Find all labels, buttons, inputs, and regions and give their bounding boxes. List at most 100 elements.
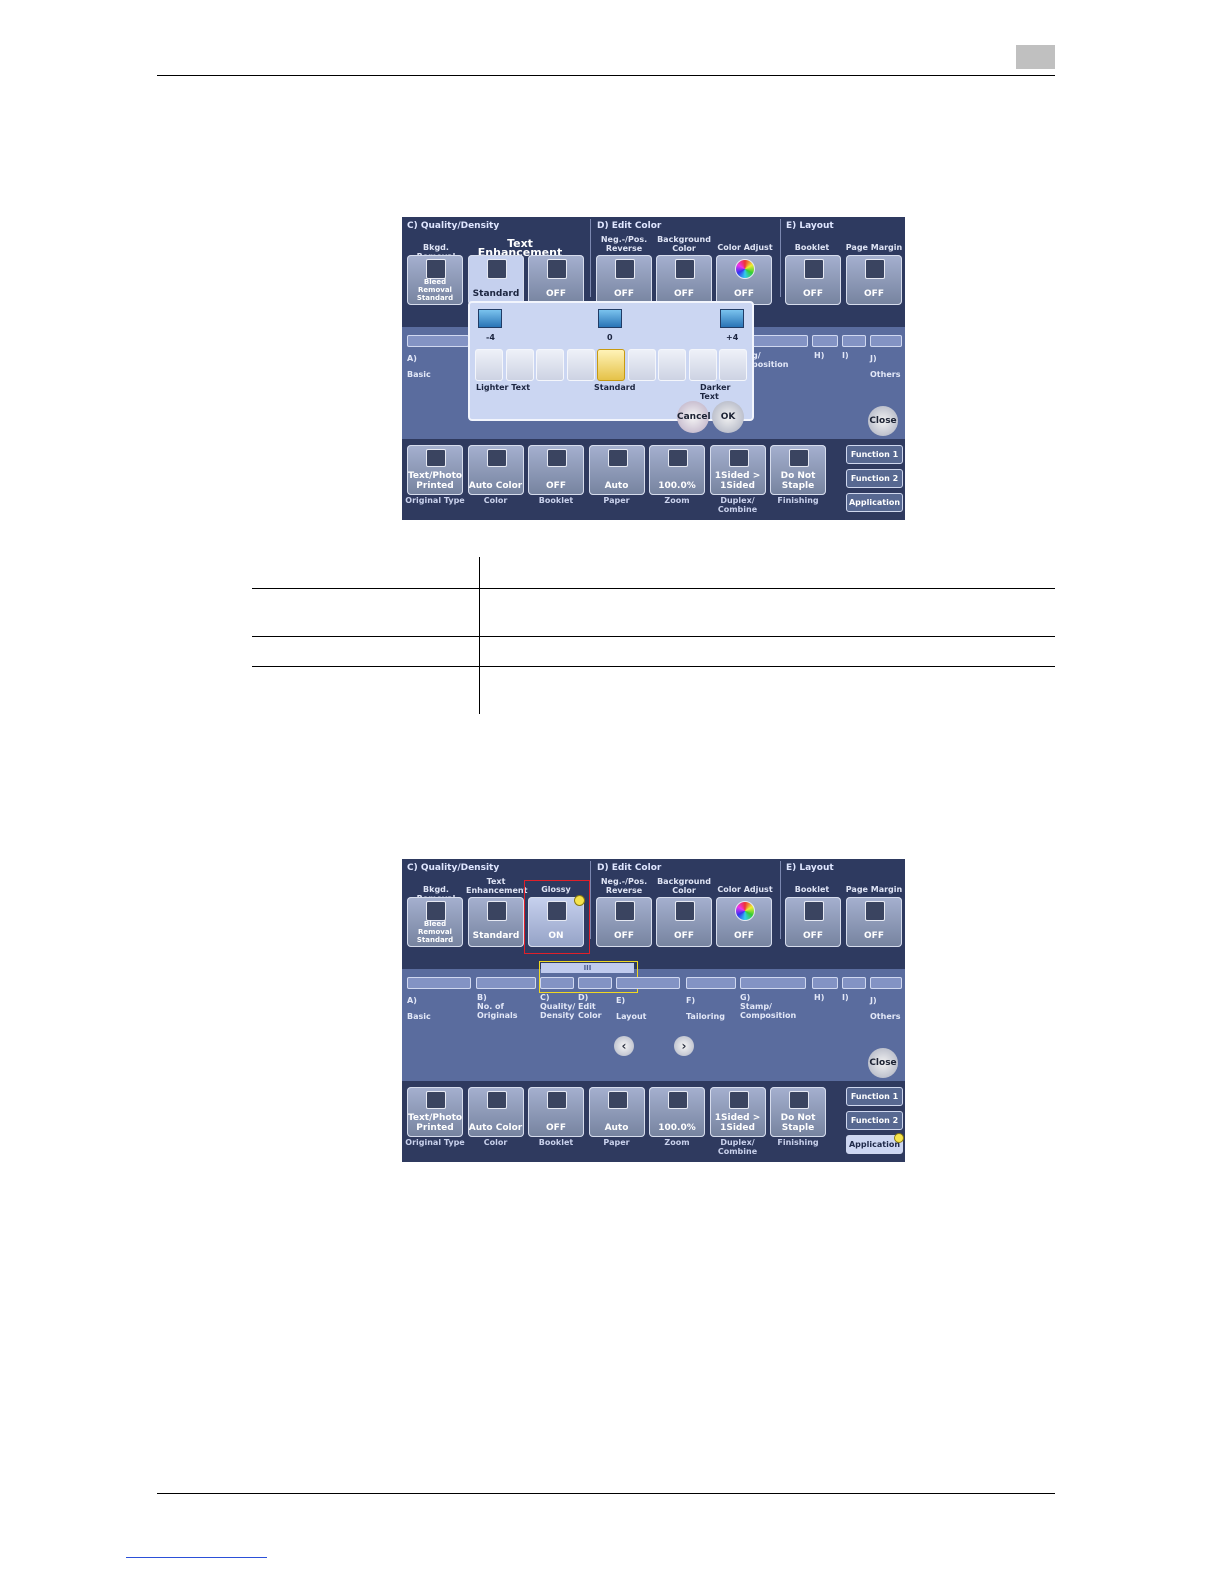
label-color-adjust: Color Adjust <box>717 885 773 894</box>
text-enhancement-icon <box>487 259 507 279</box>
scroll-thumb-grip: III <box>541 963 634 973</box>
bottom-setting-button[interactable]: Auto Color <box>467 445 524 495</box>
bottom-setting-button[interactable]: Auto Color <box>467 1087 524 1137</box>
section-layout: E) Layout <box>786 221 834 231</box>
page-margin-button[interactable]: OFF <box>846 897 902 947</box>
setting-icon <box>607 1091 628 1109</box>
label-background-color: Background Color <box>657 235 711 253</box>
bottom-setting-button[interactable]: Auto <box>588 1087 645 1137</box>
max-level-label: +4 <box>726 333 739 342</box>
neg-pos-button[interactable]: OFF <box>596 255 652 305</box>
background-color-button[interactable]: OFF <box>656 897 712 947</box>
footer-link-underline[interactable] <box>126 1557 267 1558</box>
scroll-right-button[interactable]: › <box>674 1036 694 1056</box>
function-group-strip[interactable] <box>870 335 902 347</box>
bottom-setting-caption: Finishing <box>777 1138 819 1147</box>
bottom-setting-button[interactable]: Do Not Staple <box>770 445 826 495</box>
group-b-label[interactable]: B) No. of Originals <box>477 993 518 1020</box>
page-margin-icon <box>865 259 885 279</box>
header-rule <box>157 75 1055 76</box>
bottom-setting-button[interactable]: Text/Photo Printed <box>407 1087 463 1137</box>
bottom-setting-button[interactable]: OFF <box>528 445 584 495</box>
level-box[interactable] <box>627 349 656 381</box>
color-adjust-button[interactable]: OFF <box>716 255 772 305</box>
group-i-label: I) <box>842 351 849 360</box>
bottom-setting-button[interactable]: OFF <box>528 1087 584 1137</box>
color-adjust-button[interactable]: OFF <box>716 897 772 947</box>
label-background-color: Background Color <box>657 877 711 895</box>
function-group-strip[interactable] <box>812 977 838 989</box>
bottom-setting-button[interactable]: 100.0% <box>649 1087 705 1137</box>
section-quality: C) Quality/Density <box>407 863 500 873</box>
level-box[interactable] <box>505 349 534 381</box>
bkgd-removal-button[interactable]: Bleed Removal Standard <box>407 255 463 305</box>
neg-pos-icon <box>615 901 635 921</box>
glossy-button[interactable]: OFF <box>528 255 584 305</box>
function-group-strip[interactable] <box>407 977 471 989</box>
function-group-strip[interactable] <box>812 335 838 347</box>
glossy-icon <box>547 259 567 279</box>
bottom-setting-button[interactable]: 100.0% <box>649 445 705 495</box>
bottom-setting-button[interactable]: Text/Photo Printed <box>407 445 463 495</box>
background-color-icon <box>675 901 695 921</box>
function-group-strip[interactable] <box>578 977 612 989</box>
function-tab-2[interactable]: Function 2 <box>846 1111 903 1130</box>
function-group-strip[interactable] <box>740 977 806 989</box>
function-group-strip[interactable] <box>686 977 736 989</box>
function-tab-2[interactable]: Function 2 <box>846 469 903 488</box>
close-button[interactable]: Close <box>868 406 898 436</box>
level-box[interactable] <box>475 349 503 381</box>
text-enhancement-button[interactable]: Standard <box>468 255 524 305</box>
group-c-label[interactable]: C) Quality/ Density <box>540 993 575 1020</box>
bkgd-removal-button[interactable]: Bleed Removal Standard <box>407 897 463 947</box>
function-group-strip[interactable] <box>407 335 469 347</box>
group-g-label[interactable]: G) Stamp/ Composition <box>740 993 796 1020</box>
section-quality: C) Quality/Density <box>407 221 500 231</box>
function-tab-3[interactable]: Application <box>846 493 903 512</box>
background-color-button[interactable]: OFF <box>656 255 712 305</box>
function-group-strip[interactable] <box>752 335 808 347</box>
function-group-strip[interactable] <box>540 977 574 989</box>
group-f-label[interactable]: F) Tailoring <box>686 993 725 1025</box>
neg-pos-button[interactable]: OFF <box>596 897 652 947</box>
function-group-strip[interactable] <box>616 977 680 989</box>
function-tab-1[interactable]: Function 1 <box>846 445 903 464</box>
bottom-setting-button[interactable]: 1Sided > 1Sided <box>709 1087 766 1137</box>
booklet-button[interactable]: OFF <box>785 897 841 947</box>
level-box[interactable] <box>536 349 564 381</box>
ok-button[interactable]: OK <box>712 401 744 433</box>
bottom-setting-caption: Zoom <box>664 1138 690 1147</box>
level-box[interactable] <box>597 349 625 381</box>
group-e-label[interactable]: E) Layout <box>616 993 646 1025</box>
function-group-strip[interactable] <box>870 977 902 989</box>
level-box[interactable] <box>566 349 595 381</box>
close-button[interactable]: Close <box>868 1048 898 1078</box>
level-box[interactable] <box>688 349 717 381</box>
bottom-setting-button[interactable]: Do Not Staple <box>770 1087 826 1137</box>
standard-text-icon <box>598 309 622 328</box>
booklet-button[interactable]: OFF <box>785 255 841 305</box>
group-j-label: J) Others <box>870 354 901 379</box>
group-h-label[interactable]: H) <box>814 993 824 1002</box>
page-margin-button[interactable]: OFF <box>846 255 902 305</box>
function-group-strip[interactable] <box>842 977 866 989</box>
function-group-strip[interactable] <box>476 977 536 989</box>
level-box[interactable] <box>719 349 747 381</box>
group-j-label[interactable]: J) Others <box>870 993 900 1025</box>
text-enhancement-button[interactable]: Standard <box>468 897 524 947</box>
bottom-setting-caption: Finishing <box>777 496 819 505</box>
bottom-setting-button[interactable]: Auto <box>588 445 645 495</box>
label-page-margin: Page Margin <box>845 885 903 894</box>
function-group-strip[interactable] <box>842 335 866 347</box>
level-box[interactable] <box>658 349 686 381</box>
scroll-left-button[interactable]: ‹ <box>614 1036 634 1056</box>
group-d-label[interactable]: D) Edit Color <box>578 993 602 1020</box>
bottom-setting-button[interactable]: 1Sided > 1Sided <box>709 445 766 495</box>
group-a-label[interactable]: A) Basic <box>407 993 431 1025</box>
group-i-label[interactable]: I) <box>842 993 849 1002</box>
function-tab-1[interactable]: Function 1 <box>846 1087 903 1106</box>
label-neg-pos: Neg.-/Pos. Reverse <box>600 877 648 895</box>
cancel-button[interactable]: Cancel <box>677 401 711 433</box>
setting-icon <box>728 1091 749 1109</box>
footer-rule <box>157 1493 1055 1494</box>
